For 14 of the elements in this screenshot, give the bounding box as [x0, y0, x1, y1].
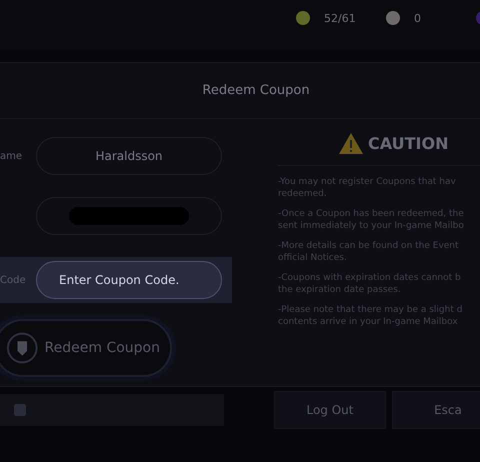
caution-heading: CAUTION: [368, 134, 448, 152]
facebook-bar[interactable]: [0, 394, 224, 426]
name-field[interactable]: Haraldsson: [36, 137, 222, 175]
field-label: ame: [0, 150, 24, 162]
dialog-title: Redeem Coupon: [202, 83, 310, 98]
warning-icon: [338, 132, 364, 154]
coupon-code-field[interactable]: Enter Coupon Code.: [36, 261, 222, 299]
field-label: Code: [0, 274, 27, 286]
currency-amount: 0: [414, 12, 422, 24]
shield-icon: [6, 331, 39, 365]
currency-amount: 52/61: [324, 12, 357, 24]
menu-button[interactable]: Esca: [392, 391, 480, 429]
menu-button[interactable]: Log Out: [274, 391, 386, 429]
hidden-field[interactable]: [36, 197, 222, 235]
